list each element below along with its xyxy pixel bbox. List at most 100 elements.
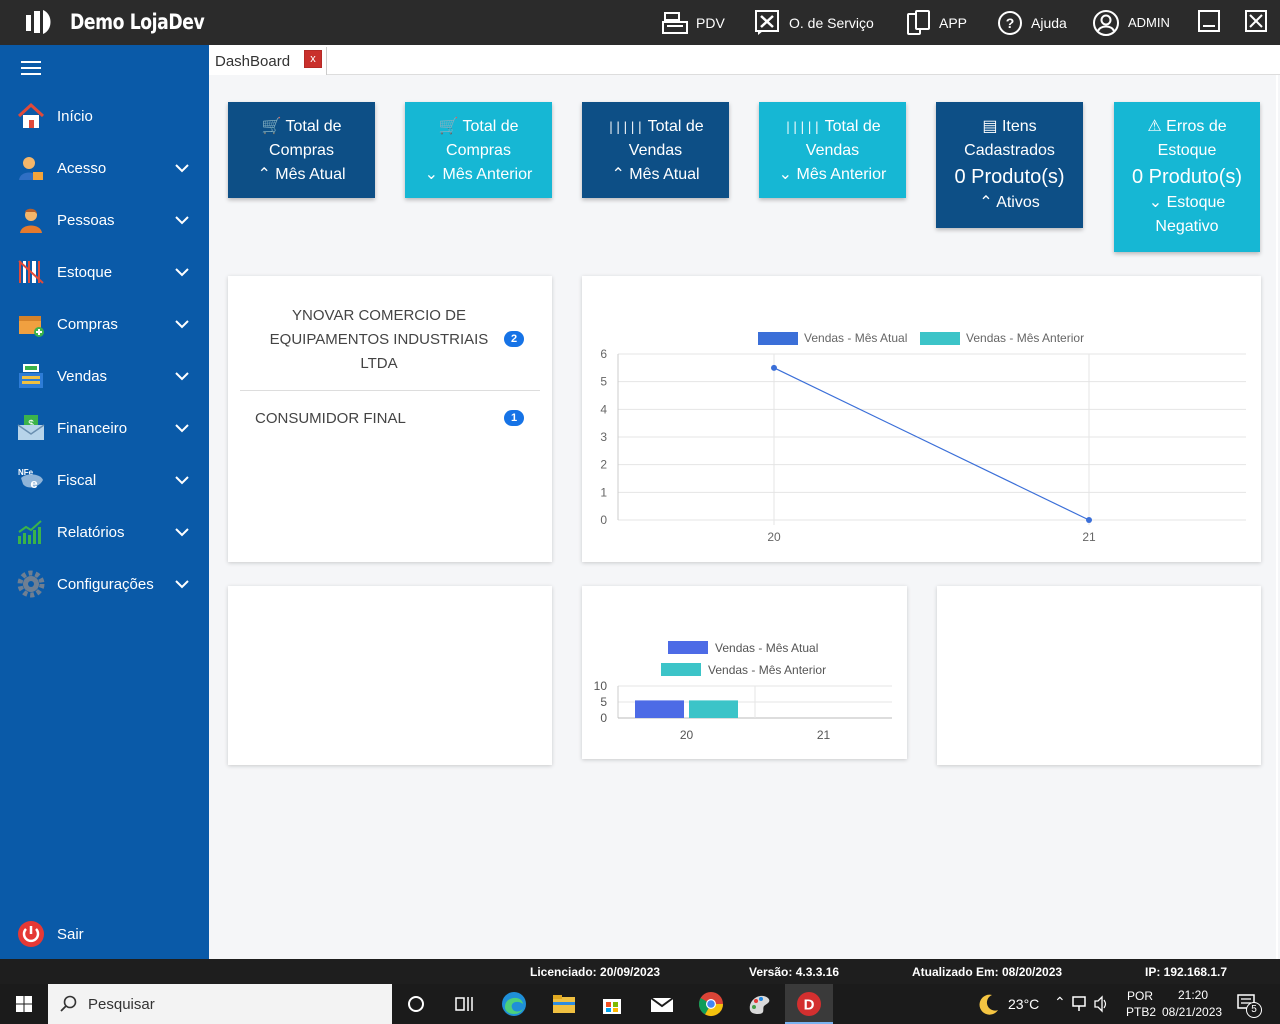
minimize-button[interactable] <box>1198 10 1220 32</box>
sidebar-item-estoque[interactable]: Estoque <box>0 246 209 298</box>
sidebar-item-label: Compras <box>57 315 118 333</box>
nfe-icon: NFee <box>18 468 43 491</box>
sidebar-item-acesso[interactable]: Acesso <box>0 142 209 194</box>
dashboard-content: 🛒 Total de Compras ⌃ Mês Atual 🛒 Total d… <box>209 75 1278 959</box>
card-line: Erros de <box>1166 118 1227 135</box>
chevron-down-icon <box>175 476 189 485</box>
card-line: Vendas <box>628 142 683 159</box>
chevron-up-icon[interactable]: ⌃ <box>1054 994 1066 1011</box>
x-tick-label: 21 <box>817 728 831 742</box>
chevron-up-icon: ⌃ <box>257 166 271 183</box>
sidebar-item-fiscal[interactable]: NFe e Fiscal <box>0 454 209 506</box>
card-line: Compras <box>446 142 511 159</box>
chevron-down-icon: ⌄ <box>778 166 793 183</box>
people-icon <box>20 208 42 233</box>
file-explorer-icon[interactable] <box>550 990 578 1018</box>
y-tick-label: 3 <box>600 430 607 444</box>
sidebar-item-configuracoes[interactable]: Configurações <box>0 558 209 610</box>
svg-text:D: D <box>804 997 815 1014</box>
cash-register-icon <box>662 11 688 34</box>
user-menu-button[interactable]: ADMIN <box>1092 0 1170 45</box>
card-value: 0 Produto(s) <box>1131 166 1243 188</box>
svg-text:?: ? <box>1006 15 1015 31</box>
search-icon <box>60 995 77 1012</box>
sidebar-item-relatorios[interactable]: Relatórios <box>0 506 209 558</box>
close-window-button[interactable] <box>1245 10 1267 32</box>
sales-bar-chart: Vendas - Mês Atual Vendas - Mês Anterior 0… <box>594 641 892 742</box>
pdv-button[interactable]: PDV <box>662 0 725 45</box>
service-order-button[interactable]: O. de Serviço <box>755 0 874 45</box>
legend-swatch <box>758 332 798 345</box>
clock-date[interactable]: 08/21/2023 <box>1162 1005 1222 1019</box>
exit-button[interactable]: Sair <box>0 908 209 960</box>
clock-time[interactable]: 21:20 <box>1178 988 1208 1002</box>
hamburger-menu-icon[interactable] <box>21 61 41 75</box>
lojadev-app-icon: D <box>797 992 821 1016</box>
windows-start-icon[interactable] <box>10 990 38 1018</box>
legend-swatch <box>668 641 708 654</box>
y-tick-label: 0 <box>600 513 607 527</box>
power-icon <box>18 921 44 947</box>
cortana-icon[interactable] <box>402 990 430 1018</box>
sidebar-item-financeiro[interactable]: $ Financeiro <box>0 402 209 454</box>
y-tick-label: 6 <box>600 347 607 361</box>
customer-name[interactable]: CONSUMIDOR FINAL <box>255 407 406 431</box>
paint-icon[interactable] <box>746 990 774 1018</box>
card-sales-current-month[interactable]: ||||| Total de Vendas ⌃ Mês Atual <box>582 102 729 198</box>
lojadev-taskbar-button[interactable]: D <box>785 984 833 1024</box>
legend-label: Vendas - Mês Anterior <box>708 663 826 677</box>
user-label: ADMIN <box>1128 15 1170 30</box>
help-button[interactable]: ? Ajuda <box>997 0 1067 45</box>
card-purchases-current-month[interactable]: 🛒 Total de Compras ⌃ Mês Atual <box>228 102 375 198</box>
ip-text: IP: 192.168.1.7 <box>1145 965 1228 979</box>
card-sales-previous-month[interactable]: ||||| Total de Vendas ⌄ Mês Anterior <box>759 102 906 198</box>
card-registered-items[interactable]: ▤ Itens Cadastrados 0 Produto(s) ⌃ Ativo… <box>936 102 1083 228</box>
sidebar: Início Acesso Pessoas Estoque Compras Ve… <box>0 45 209 959</box>
chevron-down-icon <box>175 268 189 277</box>
user-access-icon <box>19 157 43 180</box>
notification-count: 5 <box>1246 1002 1262 1018</box>
sidebar-item-pessoas[interactable]: Pessoas <box>0 194 209 246</box>
weather-moon-icon[interactable] <box>975 990 1003 1018</box>
app-button[interactable]: APP <box>907 0 967 45</box>
sidebar-item-label: Pessoas <box>57 211 115 229</box>
sidebar-item-label: Relatórios <box>57 523 125 541</box>
network-volume-icon[interactable] <box>1071 994 1109 1014</box>
data-point <box>771 364 777 371</box>
edge-browser-icon[interactable] <box>500 990 528 1018</box>
sidebar-item-compras[interactable]: Compras <box>0 298 209 350</box>
chrome-icon[interactable] <box>697 990 725 1018</box>
card-line: Compras <box>269 142 334 159</box>
close-icon <box>1249 14 1263 28</box>
task-view-icon[interactable] <box>450 990 478 1018</box>
legend-label: Vendas - Mês Anterior <box>966 331 1084 345</box>
tab-close-button[interactable]: x <box>304 50 322 68</box>
sidebar-item-vendas[interactable]: Vendas <box>0 350 209 402</box>
weather-temperature[interactable]: 23°C <box>1008 996 1039 1012</box>
card-stock-errors[interactable]: ⚠ Erros de Estoque 0 Produto(s) ⌄ Estoqu… <box>1114 102 1260 252</box>
taskbar-search-box[interactable]: Pesquisar <box>48 984 392 1024</box>
chevron-up-icon: ⌃ <box>979 194 993 211</box>
help-label: Ajuda <box>1031 14 1067 31</box>
card-purchases-previous-month[interactable]: 🛒 Total de Compras ⌄ Mês Anterior <box>405 102 552 198</box>
barcode-icon: ||||| <box>784 120 821 134</box>
sidebar-item-label: Início <box>57 107 93 125</box>
series-line <box>773 367 1090 521</box>
empty-panel-left <box>228 586 552 765</box>
customer-name[interactable]: YNOVAR COMERCIO DE EQUIPAMENTOS INDUSTRI… <box>248 304 510 376</box>
sidebar-item-inicio[interactable]: Início <box>0 90 209 142</box>
cart-icon: 🛒 <box>438 118 459 135</box>
card-value: 0 Produto(s) <box>954 166 1065 188</box>
legend-label: Vendas - Mês Atual <box>804 331 907 345</box>
purchase-box-icon <box>19 316 44 337</box>
sales-line-chart-panel: Vendas - Mês Atual Vendas - Mês Anterior 0… <box>582 276 1261 562</box>
bar <box>689 700 738 718</box>
mail-icon[interactable] <box>648 990 676 1018</box>
store-icon[interactable] <box>598 990 626 1018</box>
card-line: Estoque <box>1166 194 1226 211</box>
language-indicator[interactable]: POR <box>1127 989 1153 1003</box>
keyboard-layout[interactable]: PTB2 <box>1126 1005 1156 1019</box>
y-tick-label: 5 <box>600 695 607 709</box>
count-badge: 1 <box>504 410 524 426</box>
card-line: Estoque <box>1157 142 1217 159</box>
